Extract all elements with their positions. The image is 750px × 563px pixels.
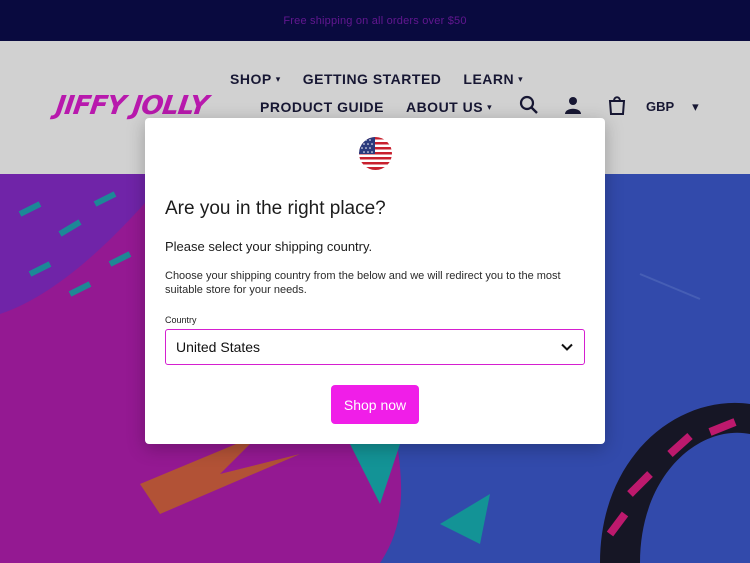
country-select-value: United States bbox=[176, 339, 261, 355]
modal-subtitle: Please select your shipping country. bbox=[165, 239, 373, 254]
shop-now-button[interactable]: Shop now bbox=[331, 385, 419, 424]
modal-title: Are you in the right place? bbox=[165, 198, 386, 219]
chevron-down-icon bbox=[561, 343, 573, 351]
us-flag-icon bbox=[359, 137, 392, 170]
country-label: Country bbox=[165, 315, 197, 325]
country-selector-modal: Are you in the right place? Please selec… bbox=[145, 118, 605, 444]
modal-description: Choose your shipping country from the be… bbox=[165, 270, 561, 296]
country-select[interactable]: United States bbox=[165, 329, 585, 365]
